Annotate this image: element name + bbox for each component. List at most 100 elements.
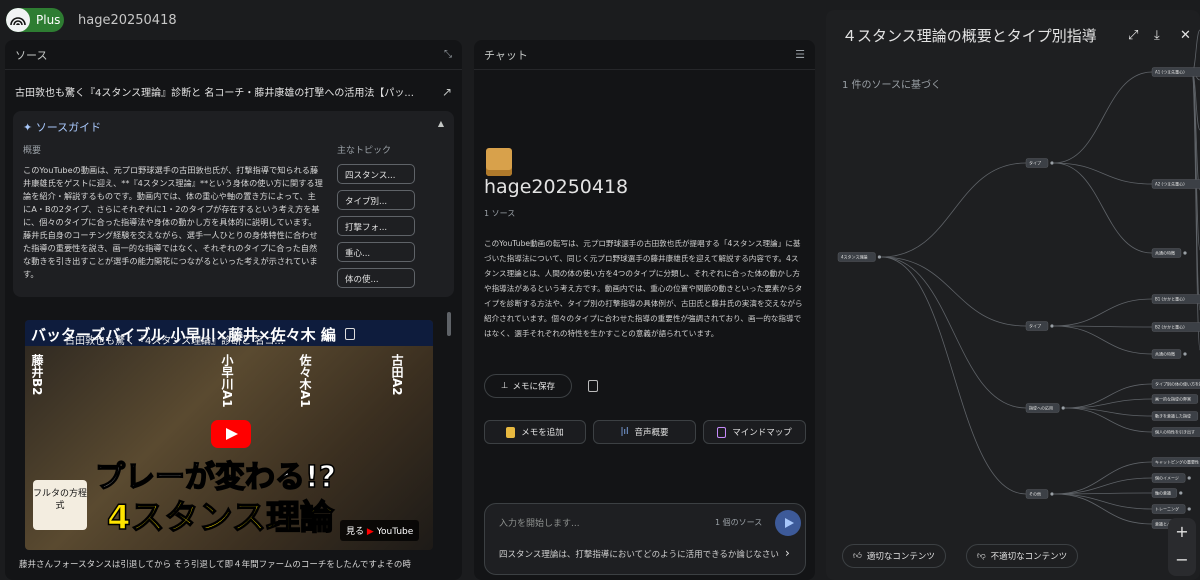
good-content-button[interactable]: 👍︎ 適切なコンテンツ [842,544,946,568]
chat-panel-header: チャット ☰ [474,40,815,70]
expand-dot[interactable] [1187,507,1191,511]
player-name: 佐々木A1 [298,354,312,408]
open-external-icon[interactable]: ↗ [442,85,452,99]
mindmap-canvas[interactable]: 4スタンス理論タイプA1 (つま先重心)A2 (つま先重心)共通の特徴タイプB1… [826,10,1200,580]
mindmap-leaf-node[interactable]: トレーニング [1151,504,1191,514]
mindmap-leaf-node[interactable]: キャットピングの重要性 [1151,457,1200,467]
mindmap-connector [1053,461,1153,495]
mindmap-branch-node[interactable]: タイプ [1025,321,1054,331]
transcript-line: 藤井さんフォースタンスは引退してから そう引退して即４年間ファームのコーチをした… [19,560,411,570]
chat-panel-title: チャット [484,48,528,62]
mindmap-leaf-node[interactable]: B2 (かかと重心) [1151,322,1200,332]
expand-dot[interactable] [1061,406,1065,410]
collapse-icon[interactable]: ⤡ [444,49,452,60]
video-thumbnail[interactable]: バッターズバイブル 小早川×藤井×佐々木 編 古田敦也も驚く『4スタンス理論』診… [25,320,433,550]
mindmap-connector [881,256,1027,495]
topics-label: 主なトピック [337,146,392,156]
mindmap-leaf-node[interactable]: タイプ別の体の使い方を指導 [1151,379,1200,389]
mindmap-root-node[interactable]: 4スタンス理論 [837,252,881,262]
topic-chip[interactable]: 重心... [337,242,415,262]
player-name: 古田A2 [390,354,404,396]
scrollbar-thumb[interactable] [447,312,451,336]
mindmap-branch-node-label: 指導への応用 [1029,405,1053,411]
mindmap-leaf-node[interactable]: 軸の意識 [1151,488,1183,498]
mindmap-connector [1053,162,1153,254]
close-icon[interactable]: ✕ [1180,28,1191,43]
topic-chip[interactable]: 打撃フォ... [337,216,415,236]
topic-chip[interactable]: 四スタンス... [337,164,415,184]
bad-content-label: 不適切なコンテンツ [990,552,1068,562]
mindmap-branch-node-label: タイプ [1029,323,1041,329]
youtube-icon: ▶ [366,527,374,537]
video-overlay-title: 古田敦也も驚く『4スタンス理論』診断と 名コ... [65,336,284,347]
zoom-in-button[interactable]: + [1168,518,1196,546]
expand-dot[interactable] [877,255,881,259]
notebook-title[interactable]: hage20250418 [78,13,177,28]
app-logo[interactable]: Plus [6,8,64,32]
mindmap-connector [881,256,1027,327]
mindmap-icon [717,426,727,438]
audio-overview-button[interactable]: |ıl 音声概要 [593,420,696,444]
mindmap-leaf-node[interactable]: 共通の特徴 [1151,349,1187,359]
youtube-play-icon[interactable] [211,420,251,448]
notebook-logo-icon [6,8,30,32]
settings-sliders-icon[interactable]: ☰ [795,48,805,61]
source-panel-title: ソース [15,48,48,62]
mindmap-leaf-node[interactable]: 画一的な指導の弊害 [1151,394,1200,404]
mindmap-leaf-node[interactable]: A2 (つま先重心) [1151,179,1200,189]
mindmap-panel: 4スタンス理論 タイプ A1 (つま先重心) A2 (つま先重心) 共通の特徴 タイプ B1… [826,10,1200,580]
chat-input-box[interactable]: 入力を開始します... 1 個のソース 四スタンス理論は、打撃指導においてどのよ… [484,503,806,575]
mindmap-branch-node-label: タイプ [1029,160,1041,166]
source-guide-title: ソースガイド [35,121,102,134]
download-icon[interactable]: ⤓ [1154,28,1160,43]
copy-icon[interactable] [345,328,355,340]
copy-icon[interactable] [588,380,598,392]
watch-on-youtube[interactable]: 見る ▶ YouTube [340,520,420,541]
mindmap-leaf-node-label: タイプ別の体の使い方を指導 [1155,381,1200,387]
chevron-right-icon[interactable]: › [785,546,790,560]
mindmap-branch-node[interactable]: 指導への応用 [1025,403,1065,413]
zoom-out-button[interactable]: − [1168,546,1196,574]
save-memo-label: メモに保存 [512,382,555,392]
mindmap-leaf-node[interactable]: 個のイメージ [1151,473,1191,483]
save-to-memo-button[interactable]: ⊥ メモに保存 [484,374,572,398]
expand-dot[interactable] [1050,161,1054,165]
mindmap-leaf-node[interactable]: 個人の特性を引き出す [1151,427,1200,437]
mindmap-leaf-node[interactable]: A1 (つま先重心) [1151,67,1200,77]
chat-input-placeholder[interactable]: 入力を開始します... [499,516,580,529]
expand-icon[interactable]: ⤢ [1128,28,1138,43]
mindmap-branch-node[interactable]: その他 [1025,489,1054,499]
audio-wave-icon: |ıl [620,427,629,437]
topic-chip[interactable]: タイプ別... [337,190,415,210]
thumbs-down-icon: 👎︎ [977,551,986,561]
bad-content-button[interactable]: 👎︎ 不適切なコンテンツ [966,544,1079,568]
mindmap-connector [1053,493,1153,510]
topic-chip[interactable]: 体の使... [337,268,415,288]
expand-dot[interactable] [1187,476,1191,480]
mindmap-leaf-node-label: A2 (つま先重心) [1155,181,1185,187]
mindmap-leaf-node[interactable]: 共通の特徴 [1151,248,1187,258]
notebook-source-count: 1 ソース [484,209,516,218]
source-guide-header[interactable]: ✦ ソースガイド ▲ [23,119,444,135]
chat-panel: チャット ☰ hage20250418 1 ソース このYouTube動画の転写… [474,40,815,580]
add-memo-label: メモを追加 [521,428,564,438]
mindmap-connector [1053,493,1153,525]
expand-dot[interactable] [1179,491,1183,495]
expand-dot[interactable] [1050,492,1054,496]
mindmap-leaf-node[interactable]: B1 (かかと重心) [1151,294,1200,304]
add-memo-button[interactable]: メモを追加 [484,420,586,444]
mindmap-leaf-node[interactable]: 動きを意識した指導 [1151,411,1200,421]
mindmap-button[interactable]: マインドマップ [703,420,806,444]
expand-dot[interactable] [1183,352,1187,356]
mindmap-leaf-node-label: 個人の特性を引き出す [1155,429,1195,435]
send-button[interactable] [775,510,801,536]
mindmap-leaf-node-label: 画一的な指導の弊害 [1155,396,1191,402]
notebook-summary: このYouTube動画の転写は、元プロ野球選手の古田敦也氏が提唱する「4スタンス… [484,239,803,338]
chevron-up-icon[interactable]: ▲ [438,119,444,135]
summary-label: 概要 [23,146,42,156]
mindmap-branch-node[interactable]: タイプ [1025,158,1054,168]
expand-dot[interactable] [1050,324,1054,328]
expand-dot[interactable] [1183,251,1187,255]
suggested-question[interactable]: 四スタンス理論は、打撃指導においてどのように活用できるか論じなさい [499,548,779,560]
mindmap-root-node-label: 4スタンス理論 [841,254,867,260]
